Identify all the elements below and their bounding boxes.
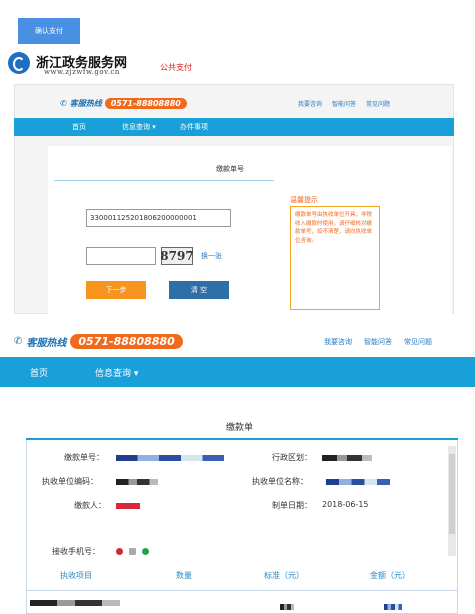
consult-link[interactable]: 我要咨询: [324, 337, 352, 347]
nav-info-query[interactable]: 信息查询 ▾: [95, 366, 138, 379]
unit-code-value: [116, 479, 158, 485]
page-root: 确认支付 浙江政务服务网 www.zjzwfw.gov.cn 公共支付 ✆ 客服…: [0, 0, 475, 614]
hotline-small: ✆ 客服热线 0571-88808880: [60, 98, 187, 109]
unit-name-label: 执收单位名称：: [252, 477, 308, 486]
edit-icon[interactable]: [129, 548, 136, 555]
phone-icon: ✆: [60, 99, 67, 108]
date-label: 制单日期：: [272, 501, 312, 510]
tips-box: 缴款单号由执收单位开具，非税收入缴款时使用。请仔细核对缴款单号，如不清楚，请向执…: [290, 206, 380, 310]
logo-icon: [8, 52, 30, 74]
clear-button[interactable]: 清 空: [169, 281, 229, 299]
nav-bar-large: 首页 信息查询 ▾: [0, 357, 475, 387]
logo-url: www.zjzwfw.gov.cn: [44, 68, 120, 76]
captcha-input[interactable]: [86, 247, 156, 265]
tips-title: 温馨提示: [290, 196, 318, 204]
item-name-value: [30, 600, 120, 606]
top-links-large: 我要咨询 智能问答 常见问题: [324, 337, 432, 347]
date-value: 2018-06-15: [322, 500, 369, 509]
phone-icon: ✆: [14, 336, 23, 347]
bill-number-value: [116, 455, 224, 461]
col-amount: 金额（元）: [370, 571, 410, 580]
bill-top-border: [26, 438, 458, 440]
nav-home[interactable]: 首页: [30, 366, 48, 379]
phone-label: 接收手机号：: [52, 547, 100, 556]
hotline-number: 0571-88808880: [104, 98, 187, 109]
table-header-divider: [26, 590, 458, 591]
bill-panel: [26, 438, 458, 614]
standard-value: [280, 604, 294, 610]
nav-bar-small: 首页 信息查询 ▾ 办件事项: [14, 118, 454, 136]
hotline-large: ✆ 客服热线 0571-88808880: [14, 334, 183, 349]
site-logo[interactable]: 浙江政务服务网 www.zjzwfw.gov.cn: [8, 52, 148, 78]
next-button[interactable]: 下一步: [86, 281, 146, 299]
qa-link[interactable]: 智能问答: [364, 337, 392, 347]
delete-icon[interactable]: [116, 548, 123, 555]
bill-number-input[interactable]: 330001125201806200000001: [86, 209, 231, 227]
col-standard: 标准（元）: [264, 571, 304, 580]
bill-number-label: 缴款单号：: [64, 453, 104, 462]
public-pay-label: 公共支付: [160, 63, 192, 72]
bill-title: 缴款单: [226, 423, 254, 433]
hotline-label: 客服热线: [26, 338, 67, 349]
unit-code-label: 执收单位编码：: [42, 477, 98, 486]
nav-service[interactable]: 办件事项: [180, 122, 208, 132]
faq-link[interactable]: 常见问题: [404, 337, 432, 347]
captcha-image: 8797: [160, 247, 194, 265]
refresh-captcha-link[interactable]: 换一张: [201, 251, 222, 261]
payer-label: 缴款人：: [74, 501, 106, 510]
confirm-pay-button[interactable]: 确认支付: [18, 18, 80, 44]
bill-scroll-thumb[interactable]: [449, 454, 455, 534]
payment-form-card: [48, 146, 452, 326]
hotline-number: 0571-88808880: [70, 334, 183, 349]
unit-name-value: [326, 479, 390, 485]
qa-link[interactable]: 智能问答: [332, 99, 356, 108]
region-value: [322, 455, 372, 461]
payer-value: [116, 503, 140, 509]
region-label: 行政区划：: [272, 453, 312, 462]
payment-form-title: 缴款单号: [216, 165, 244, 173]
add-icon[interactable]: [142, 548, 149, 555]
consult-link[interactable]: 我要咨询: [298, 99, 322, 108]
col-item: 执收项目: [60, 571, 92, 580]
divider: [54, 180, 274, 181]
top-links-small: 我要咨询 智能问答 常见问题: [298, 99, 390, 108]
faq-link[interactable]: 常见问题: [366, 99, 390, 108]
amount-value: [384, 604, 402, 610]
nav-home[interactable]: 首页: [72, 122, 86, 132]
col-quantity: 数量: [176, 571, 192, 580]
hotline-label: 客服热线: [69, 99, 102, 108]
nav-info-query[interactable]: 信息查询 ▾: [122, 122, 156, 132]
